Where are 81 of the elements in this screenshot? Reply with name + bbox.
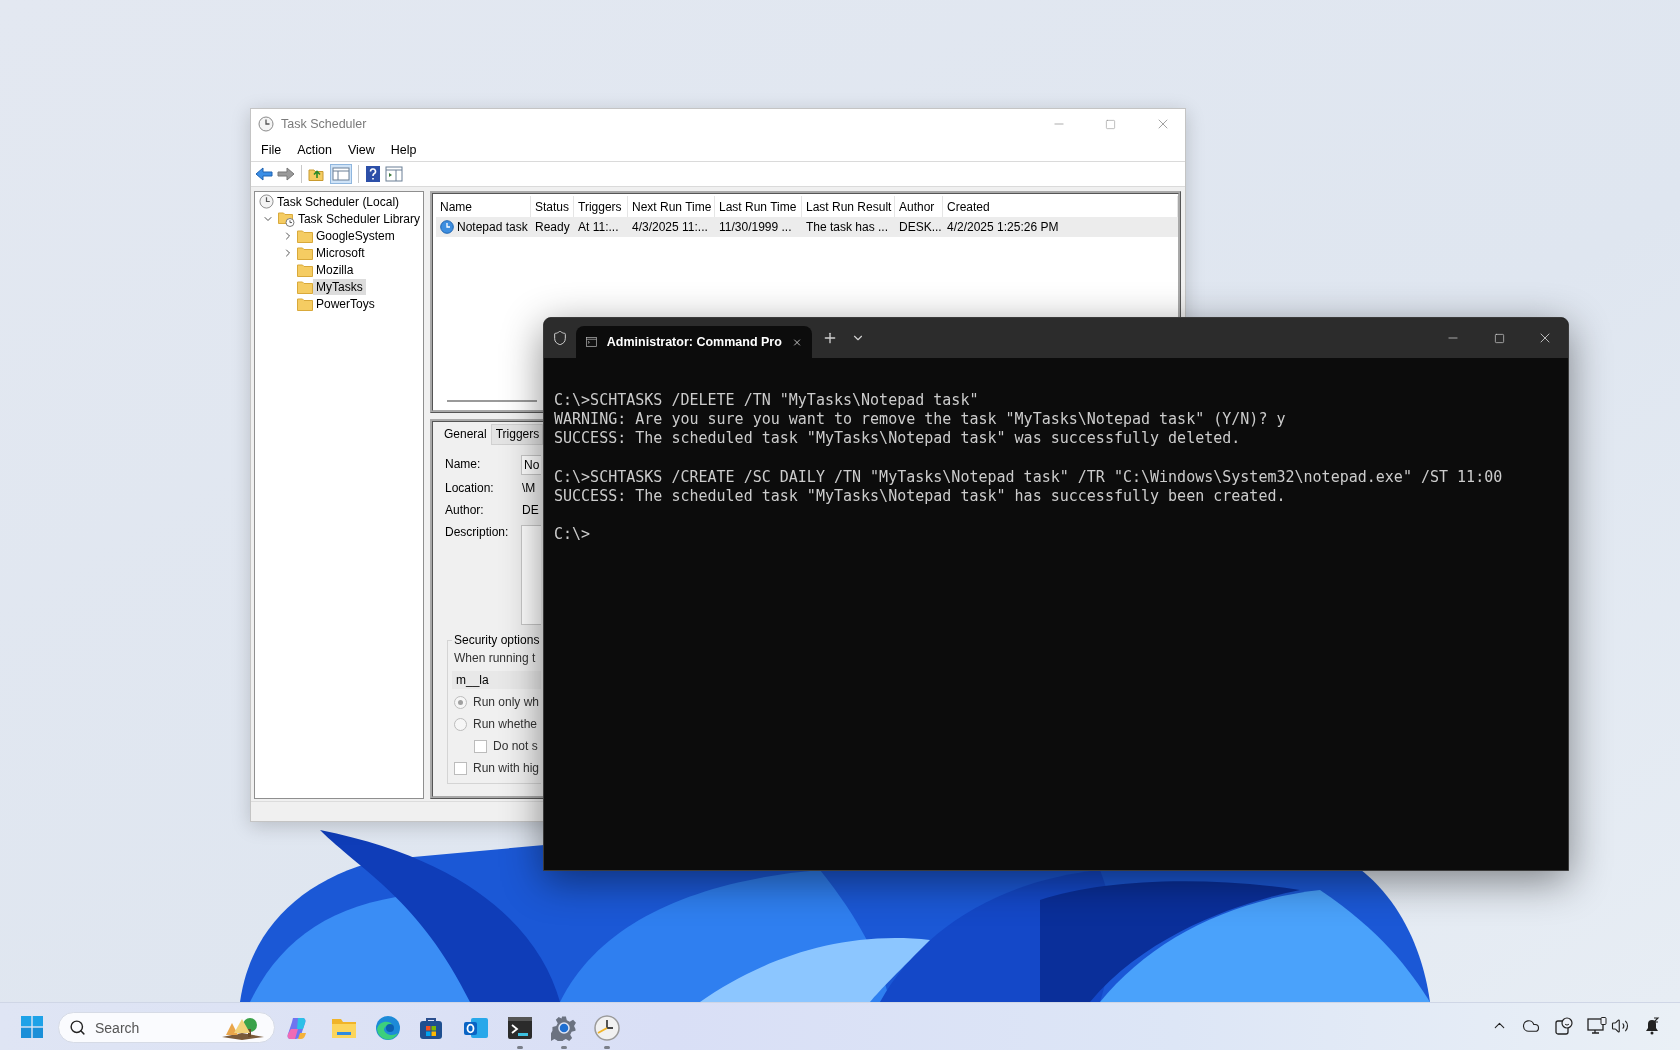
- tab[interactable]: Triggers: [490, 424, 544, 445]
- field-label: Name:: [445, 456, 482, 473]
- folder-clock-icon: [277, 210, 295, 227]
- table-cell: Ready: [535, 220, 570, 234]
- account-field: m__la: [452, 671, 541, 689]
- table-cell: 11/30/1999 ...: [719, 220, 792, 234]
- terminal-icon[interactable]: [507, 1016, 533, 1040]
- folder-icon: [297, 228, 313, 243]
- field-label: Author:: [445, 502, 485, 519]
- terminal-line: SUCCESS: The scheduled task "MyTasks\Notepad task" has successfully been created.: [554, 487, 1287, 507]
- search-icon: [69, 1019, 86, 1036]
- field-label: Description:: [445, 524, 510, 541]
- table-cell: 4/2/2025 1:25:26 PM: [947, 220, 1059, 234]
- help-icon[interactable]: [365, 165, 381, 183]
- edge-icon[interactable]: [375, 1015, 401, 1041]
- field-label: Location:: [445, 480, 495, 497]
- back-arrow-icon[interactable]: [255, 166, 273, 182]
- outlook-icon[interactable]: [463, 1016, 489, 1040]
- tree-item[interactable]: Mozilla: [313, 261, 357, 278]
- console-icon: [586, 335, 597, 349]
- tree-item[interactable]: Task Scheduler Library: [294, 210, 423, 227]
- menu-item[interactable]: Action: [289, 143, 340, 157]
- terminal-line: C:\>SCHTASKS /DELETE /TN "MyTasks\Notepad task": [554, 391, 980, 411]
- prompt-text: When running t: [454, 651, 536, 665]
- search-field[interactable]: Search: [58, 1012, 275, 1043]
- tree-item[interactable]: Microsoft: [313, 244, 368, 261]
- clock-icon[interactable]: [594, 1015, 620, 1041]
- table-row[interactable]: Notepad task Ready At 11:... 4/3/2025 11:... 11/30/1999 ... The task has ... DESK... 4/2/2025 1:25:26 PM: [436, 217, 1178, 237]
- table-cell: DESK...: [899, 220, 942, 234]
- folder-icon: [297, 279, 313, 294]
- tree-item[interactable]: Task Scheduler (Local): [274, 193, 403, 210]
- checkbox[interactable]: [474, 739, 487, 753]
- clock-icon: [259, 194, 274, 209]
- menu-item[interactable]: View: [339, 143, 383, 157]
- menu-item[interactable]: File: [253, 143, 290, 157]
- field-value: \M: [521, 480, 537, 497]
- tree-item[interactable]: GoogleSystem: [313, 227, 398, 244]
- console-tree-icon[interactable]: [330, 164, 352, 184]
- table-cell: Notepad task: [457, 220, 528, 234]
- window-title: Task Scheduler: [281, 117, 368, 131]
- tree-item[interactable]: PowerToys: [313, 295, 378, 312]
- shield-icon: [552, 330, 568, 346]
- terminal-line: SUCCESS: The scheduled task "MyTasks\Notepad task" was successfully deleted.: [554, 429, 1242, 449]
- checkbox[interactable]: [454, 761, 467, 775]
- clock-icon: [440, 220, 454, 234]
- radio-button[interactable]: [454, 717, 467, 731]
- folder-icon[interactable]: [331, 1016, 357, 1040]
- table-cell: The task has ...: [806, 220, 889, 234]
- start-icon[interactable]: [21, 1016, 43, 1038]
- table-cell: At 11:...: [578, 220, 619, 234]
- terminal-line: C:\>SCHTASKS /CREATE /SC DAILY /TN "MyTasks\Notepad task" /TR "C:\Windows\System32\notepad.exe" /ST 11:00: [554, 467, 1504, 487]
- table-cell: 4/3/2025 11:...: [632, 220, 708, 234]
- volume-icon[interactable]: [1611, 1017, 1629, 1035]
- feedback-icon[interactable]: [1555, 1017, 1573, 1035]
- folder-up-icon[interactable]: [308, 166, 326, 182]
- group-title: Security options: [453, 633, 541, 647]
- terminal-tab[interactable]: Administrator: Command Pro: [576, 326, 812, 358]
- maximize-button[interactable]: [1493, 332, 1505, 344]
- clock-icon: [258, 116, 274, 132]
- menu-item[interactable]: Help: [382, 143, 425, 157]
- radio-button[interactable]: [454, 695, 467, 709]
- option-label: Do not s: [493, 739, 538, 753]
- terminal-line: WARNING: Are you sure you want to remove the task "MyTasks\Notepad task" (Y/N)? y: [554, 410, 1287, 430]
- tree-item[interactable]: MyTasks: [313, 278, 366, 295]
- store-icon[interactable]: [419, 1016, 443, 1040]
- notification-bell-icon[interactable]: [1643, 1017, 1661, 1035]
- new-tab-icon[interactable]: [822, 330, 838, 346]
- forward-arrow-icon[interactable]: [277, 166, 295, 182]
- settings-icon[interactable]: [551, 1015, 577, 1041]
- folder-icon: [297, 262, 313, 277]
- folder-icon: [297, 296, 313, 311]
- field-value: DE: [521, 502, 540, 519]
- option-label: Run with hig: [473, 761, 540, 775]
- name-field[interactable]: No: [521, 455, 541, 475]
- option-label: Run whethe: [473, 717, 538, 731]
- option-label: Run only wh: [473, 695, 540, 709]
- monitor-icon[interactable]: [1587, 1017, 1607, 1035]
- folder-icon: [297, 245, 313, 260]
- description-field[interactable]: [521, 525, 541, 625]
- cloud-icon[interactable]: [1522, 1017, 1540, 1035]
- terminal-line: C:\>: [554, 525, 592, 545]
